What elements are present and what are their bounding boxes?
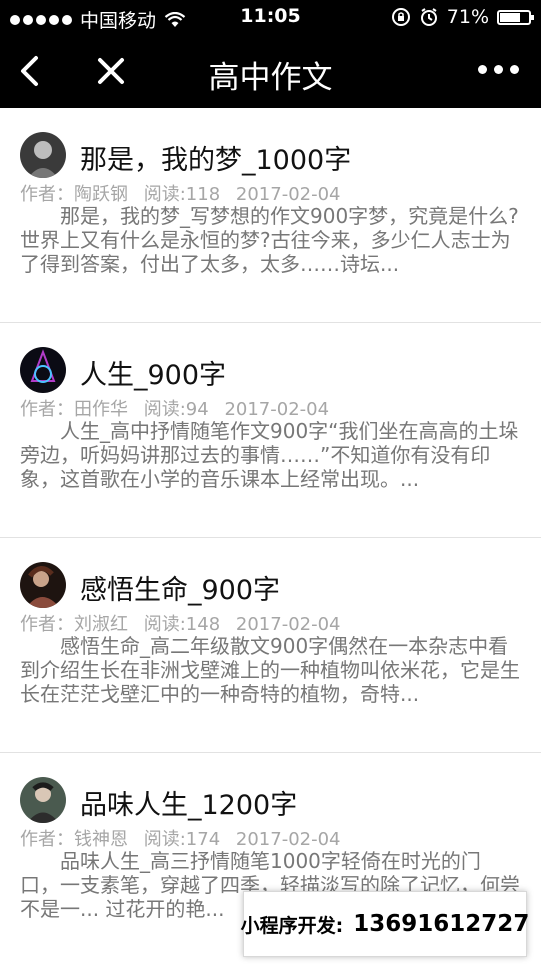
orientation-lock-icon xyxy=(391,8,410,26)
battery-icon xyxy=(497,9,534,25)
article-date: 2017-02-04 xyxy=(235,184,341,205)
article-reads: 阅读:174 xyxy=(143,829,221,850)
status-bar: 中国移动 11:05 71% xyxy=(0,0,541,34)
promo-banner[interactable]: 小程序开发: 13691612727 xyxy=(240,891,529,957)
article-reads: 阅读:94 xyxy=(143,399,209,420)
article-date: 2017-02-04 xyxy=(224,399,330,420)
article-title[interactable]: 人生_900字 xyxy=(80,353,226,392)
article-excerpt: 人生_高中抒情随笔作文900字“我们坐在高高的土垛旁边，听妈妈讲那过去的事情……… xyxy=(20,419,519,491)
article-list: 那是，我的梦_1000字 作者：陶跃钢 阅读:118 2017-02-04 那是… xyxy=(0,108,541,968)
alarm-icon xyxy=(420,8,437,26)
battery-percent: 71% xyxy=(446,6,489,28)
article-excerpt: 感悟生命_高二年级散文900字偶然在一本杂志中看到介绍生长在非洲戈壁滩上的一种植… xyxy=(20,634,520,706)
article-meta: 作者：钱神恩 阅读:174 2017-02-04 xyxy=(20,825,351,851)
more-options-icon[interactable] xyxy=(478,65,519,74)
author-avatar xyxy=(20,132,66,178)
article-item[interactable]: 人生_900字 作者：田作华 阅读:94 2017-02-04 人生_高中抒情随… xyxy=(0,323,541,538)
article-meta: 作者：陶跃钢 阅读:118 2017-02-04 xyxy=(20,180,351,206)
article-date: 2017-02-04 xyxy=(235,614,341,635)
author-avatar xyxy=(20,347,66,393)
article-item[interactable]: 感悟生命_900字 作者：刘淑红 阅读:148 2017-02-04 感悟生命_… xyxy=(0,538,541,753)
author-avatar xyxy=(20,777,66,823)
article-reads: 阅读:118 xyxy=(143,184,221,205)
article-date: 2017-02-04 xyxy=(235,829,341,850)
promo-label: 小程序开发: xyxy=(240,914,344,937)
article-title[interactable]: 那是，我的梦_1000字 xyxy=(80,138,351,177)
article-author: 作者：田作华 xyxy=(20,399,128,420)
promo-phone[interactable]: 13691612727 xyxy=(353,911,529,937)
author-avatar xyxy=(20,562,66,608)
nav-bar: 高中作文 xyxy=(0,34,541,108)
article-meta: 作者：田作华 阅读:94 2017-02-04 xyxy=(20,395,339,421)
article-author: 作者：钱神恩 xyxy=(20,829,128,850)
article-author: 作者：刘淑红 xyxy=(20,614,128,635)
article-reads: 阅读:148 xyxy=(143,614,221,635)
article-item[interactable]: 那是，我的梦_1000字 作者：陶跃钢 阅读:118 2017-02-04 那是… xyxy=(0,108,541,323)
page-title: 高中作文 xyxy=(208,60,333,96)
article-author: 作者：陶跃钢 xyxy=(20,184,128,205)
article-title[interactable]: 感悟生命_900字 xyxy=(80,568,280,607)
article-meta: 作者：刘淑红 阅读:148 2017-02-04 xyxy=(20,610,351,636)
article-excerpt: 那是，我的梦_写梦想的作文900字梦，究竟是什么?世界上又有什么是永恒的梦?古往… xyxy=(20,204,519,276)
article-title[interactable]: 品味人生_1200字 xyxy=(80,783,297,822)
